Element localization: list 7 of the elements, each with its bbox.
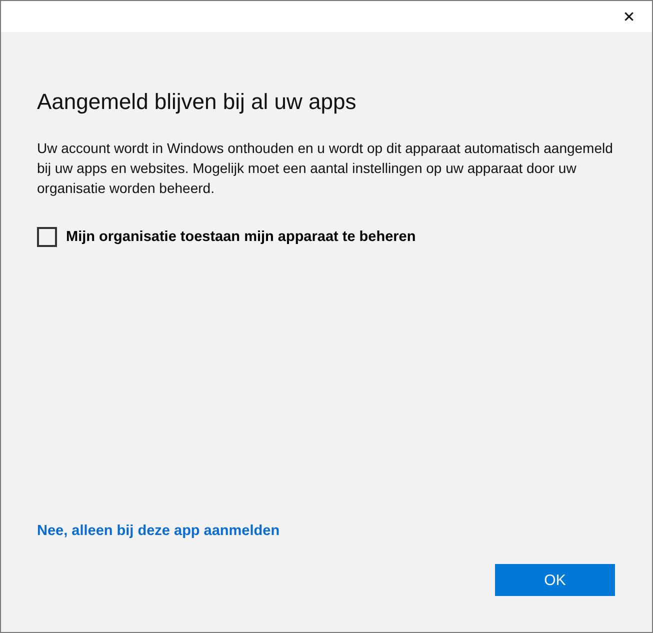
description-text: Uw account wordt in Windows onthouden en u wordt op dit apparaat automatisch aangemeld bij uw apps en websites. Mogelijk moet een aantal instellingen op uw apparaat door uw organisatie worden beheerd. bbox=[37, 139, 614, 198]
ok-button[interactable]: OK bbox=[495, 564, 615, 596]
sign-in-app-only-link[interactable]: Nee, alleen bij deze app aanmelden bbox=[37, 523, 280, 539]
checkbox[interactable] bbox=[37, 227, 57, 247]
close-button[interactable]: ✕ bbox=[606, 1, 652, 32]
dialog-heading: Aangemeld blijven bij al uw apps bbox=[37, 88, 358, 116]
checkbox-label[interactable]: Mijn organisatie toestaan mijn apparaat te beheren bbox=[66, 229, 416, 245]
